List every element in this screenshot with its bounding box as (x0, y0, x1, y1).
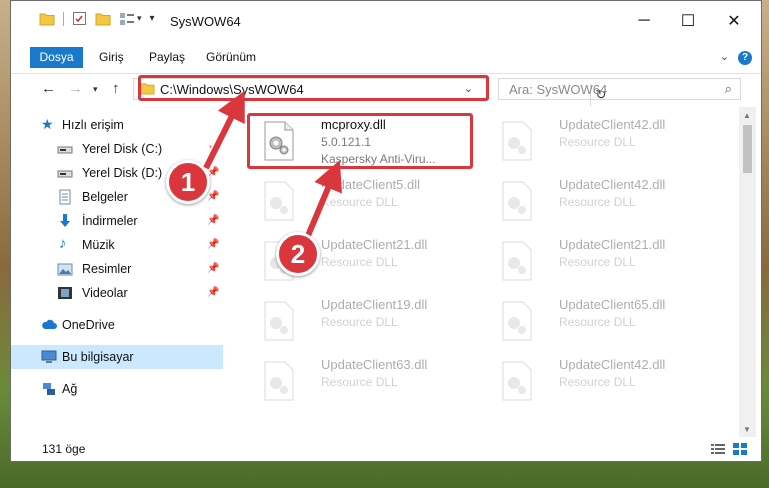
callout-badge-1: 1 (166, 160, 210, 204)
arrow-2 (304, 160, 342, 240)
callout-badge-2: 2 (276, 232, 320, 276)
arrow-1 (203, 90, 245, 170)
callout-arrows (201, 90, 342, 240)
